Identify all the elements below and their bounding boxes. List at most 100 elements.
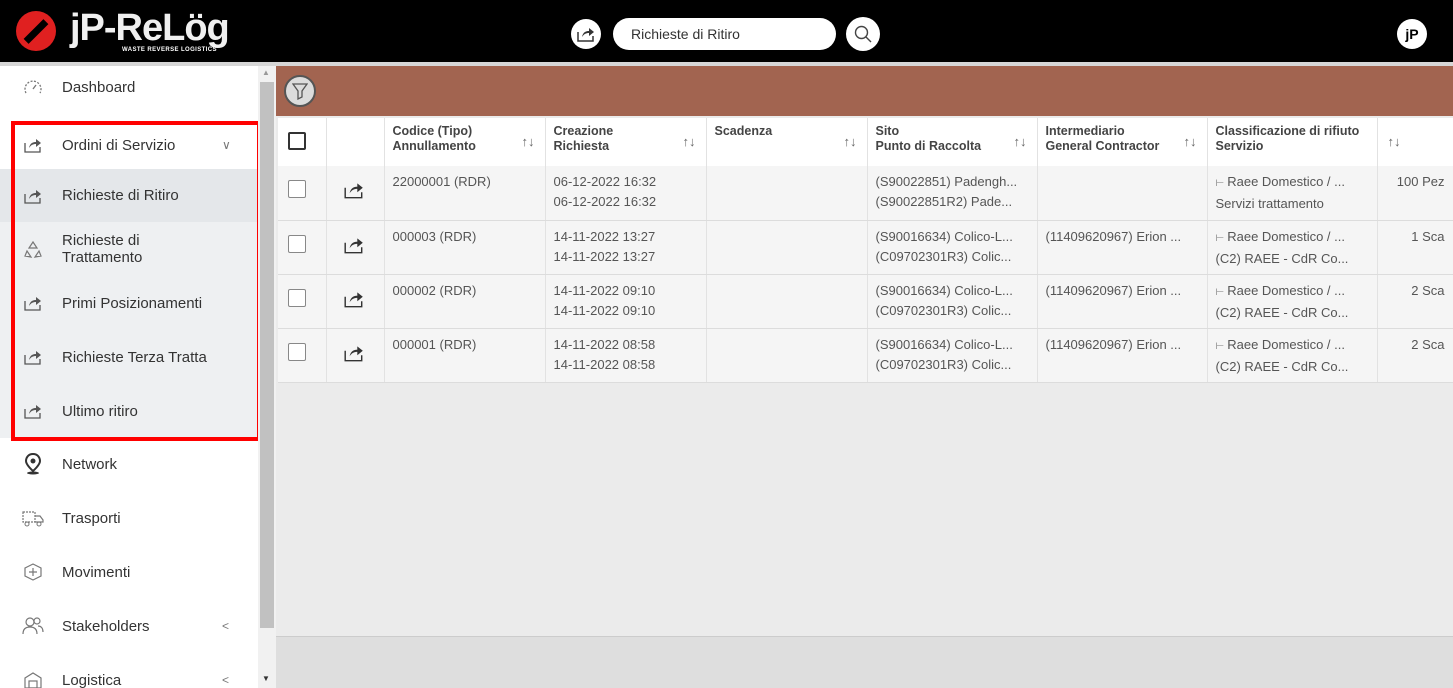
- row-checkbox[interactable]: [288, 180, 306, 198]
- sidebar-item-ultimo-ritiro[interactable]: Ultimo ritiro: [0, 384, 258, 438]
- column-header-scadenza[interactable]: Scadenza ↑↓: [706, 118, 868, 166]
- app-logo[interactable]: jP-ReLög: [70, 6, 230, 50]
- cell-quantita: 1 Sca: [1377, 220, 1453, 275]
- table-row[interactable]: 000001 (RDR) 14-11-2022 08:58 14-11-2022 …: [278, 328, 1453, 383]
- sort-icon[interactable]: ↑↓: [1014, 134, 1027, 149]
- tree-icon: ⊢: [1215, 340, 1225, 352]
- cell-intermediario: (11409620967) Erion ...: [1037, 274, 1208, 329]
- cell-creazione: 14-11-2022 09:10 14-11-2022 09:10: [545, 274, 707, 329]
- cell-line: 14-11-2022 08:58: [553, 356, 656, 372]
- chevron-down-icon[interactable]: ∨: [222, 138, 231, 152]
- header-sublabel: Richiesta: [553, 139, 610, 153]
- sidebar-item-network[interactable]: Network: [0, 441, 258, 487]
- cell-line: (S90016634) Colico-L...: [875, 282, 1013, 298]
- cell-classificazione: ⊢ Raee Domestico / ... (C2) RAEE - CdR Co.…: [1207, 274, 1378, 329]
- sidebar-item-richieste-di-ritiro[interactable]: Richieste di Ritiro: [0, 169, 258, 222]
- cell-codice: 000002 (RDR): [384, 274, 546, 329]
- sidebar-item-label: Ordini di Servizio: [62, 136, 176, 154]
- cell-scadenza: [706, 274, 868, 329]
- action-header: [326, 118, 385, 166]
- column-header-quantita[interactable]: ↑↓: [1377, 118, 1453, 166]
- warehouse-icon: [22, 669, 44, 688]
- chevron-left-icon[interactable]: <: [222, 619, 229, 633]
- sidebar-item-richieste-terza-tratta[interactable]: Richieste Terza Tratta: [0, 330, 258, 384]
- scroll-up-icon[interactable]: ▲: [262, 68, 270, 77]
- sort-icon[interactable]: ↑↓: [683, 134, 696, 149]
- sidebar-item-ordini-di-servizio[interactable]: Ordini di Servizio ∨: [0, 121, 258, 169]
- logo-icon: [16, 11, 56, 51]
- share-icon: [22, 346, 44, 368]
- cell-intermediario: (11409620967) Erion ...: [1037, 328, 1208, 383]
- sidebar-item-dashboard[interactable]: Dashboard: [0, 66, 258, 108]
- column-header-sito[interactable]: Sito Punto di Raccolta ↑↓: [867, 118, 1038, 166]
- share-icon[interactable]: [335, 291, 365, 312]
- cell-sito: (S90016634) Colico-L... (C09702301R3) Col…: [867, 328, 1038, 383]
- row-checkbox[interactable]: [288, 288, 306, 307]
- cell-line: (C09702301R3) Colic...: [875, 356, 1012, 372]
- cell-codice: 000001 (RDR): [384, 328, 546, 383]
- cell-line: (S90022851R2) Pade...: [875, 194, 1013, 209]
- cell-classificazione: ⊢ Raee Domestico / ... (C2) RAEE - CdR Co.…: [1207, 328, 1378, 383]
- table-footer: [276, 636, 1453, 688]
- sidebar-item-primi-posizionamenti[interactable]: Primi Posizionamenti: [0, 276, 258, 330]
- filter-icon[interactable]: [284, 75, 316, 107]
- chevron-left-icon[interactable]: <: [222, 673, 229, 687]
- users-icon: [22, 615, 44, 637]
- share-icon[interactable]: [571, 19, 601, 49]
- sidebar-item-logistica[interactable]: Logistica <: [0, 657, 258, 688]
- table-row[interactable]: 000003 (RDR) 14-11-2022 13:27 14-11-2022 …: [278, 220, 1453, 275]
- share-icon[interactable]: [335, 237, 365, 258]
- column-header-codice[interactable]: Codice (Tipo) Annullamento ↑↓: [384, 118, 546, 166]
- requests-table: Codice (Tipo) Annullamento ↑↓ Creazione Ric…: [278, 118, 1453, 383]
- header-label: Codice (Tipo): [392, 124, 473, 138]
- table-row[interactable]: 000002 (RDR) 14-11-2022 09:10 14-11-2022 …: [278, 274, 1453, 329]
- cell-line: (C2) RAEE - CdR Co...: [1215, 304, 1349, 320]
- header-sublabel: Punto di Raccolta: [875, 139, 982, 153]
- box-move-icon: [22, 561, 44, 583]
- table-row[interactable]: 22000001 (RDR) 06-12-2022 16:32 06-12-202…: [278, 166, 1453, 221]
- cell-quantita: 2 Sca: [1377, 328, 1453, 383]
- column-header-classificazione[interactable]: Classificazione di rifiuto Servizio: [1207, 118, 1378, 166]
- share-icon[interactable]: [335, 345, 365, 366]
- share-icon: [22, 134, 44, 156]
- column-header-creazione[interactable]: Creazione Richiesta ↑↓: [545, 118, 707, 166]
- avatar[interactable]: jP: [1397, 19, 1427, 49]
- header-sublabel: General Contractor: [1045, 139, 1160, 153]
- sort-icon[interactable]: ↑↓: [522, 134, 535, 149]
- sidebar-item-label: Richieste Terza Tratta: [62, 348, 207, 366]
- sidebar-item-trasporti[interactable]: Trasporti: [0, 495, 258, 541]
- truck-icon: [22, 507, 44, 529]
- share-icon[interactable]: [335, 183, 365, 203]
- table-header-row: Codice (Tipo) Annullamento ↑↓ Creazione Ric…: [278, 118, 1453, 166]
- cell-line: 06-12-2022 16:32: [553, 194, 657, 209]
- sidebar-item-movimenti[interactable]: Movimenti: [0, 549, 258, 595]
- scrollbar-thumb[interactable]: [260, 82, 274, 628]
- sidebar-item-label: Network: [62, 455, 118, 473]
- cell-line: 14-11-2022 13:27: [553, 248, 656, 264]
- header-sublabel: Servizio: [1215, 139, 1264, 153]
- sidebar-item-richieste-di-trattamento[interactable]: Richieste di Trattamento: [0, 222, 258, 276]
- row-checkbox[interactable]: [288, 234, 306, 253]
- sidebar-scrollbar[interactable]: ▲ ▼: [258, 66, 276, 688]
- header-sublabel: Annullamento: [392, 139, 476, 153]
- header-label: Classificazione di rifiuto: [1215, 124, 1360, 138]
- scroll-down-icon[interactable]: ▼: [262, 674, 270, 683]
- cell-intermediario: [1037, 166, 1208, 221]
- cell-line: (C2) RAEE - CdR Co...: [1215, 250, 1349, 266]
- sort-icon[interactable]: ↑↓: [1388, 134, 1401, 149]
- top-bar: jP-ReLög WASTE REVERSE LOGISTICS jP: [0, 0, 1453, 66]
- column-header-intermediario[interactable]: Intermediario General Contractor ↑↓: [1037, 118, 1208, 166]
- search-icon[interactable]: [846, 17, 880, 51]
- cell-quantita: 2 Sca: [1377, 274, 1453, 329]
- sort-icon[interactable]: ↑↓: [1184, 134, 1197, 149]
- search-input[interactable]: [613, 18, 836, 50]
- sidebar-item-stakeholders[interactable]: Stakeholders <: [0, 603, 258, 649]
- cell-line: Raee Domestico / ...: [1227, 336, 1345, 352]
- select-all-checkbox[interactable]: [288, 132, 306, 150]
- cell-codice: 22000001 (RDR): [384, 166, 546, 221]
- cell-scadenza: [706, 328, 868, 383]
- sidebar-item-label: Primi Posizionamenti: [62, 294, 203, 312]
- sidebar: Dashboard Ordini di Servizio ∨ Richieste…: [0, 66, 258, 688]
- sort-icon[interactable]: ↑↓: [844, 134, 857, 149]
- row-checkbox[interactable]: [288, 342, 306, 361]
